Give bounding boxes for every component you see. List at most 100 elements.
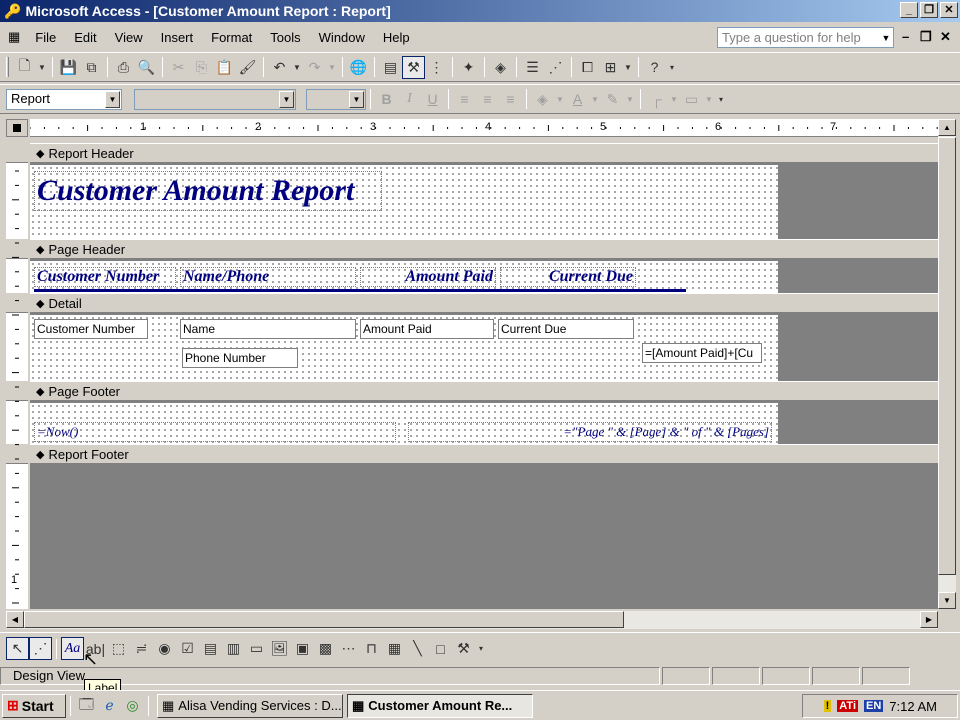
- new-object-icon[interactable]: ⊞: [599, 56, 622, 79]
- command-button-tool-icon[interactable]: ▭: [245, 637, 268, 660]
- customer-number-textbox[interactable]: Customer Number: [34, 319, 148, 339]
- page-break-tool-icon[interactable]: ⋯: [337, 637, 360, 660]
- menu-format[interactable]: Format: [202, 30, 261, 45]
- help-icon[interactable]: ?: [643, 56, 666, 79]
- format-painter-icon[interactable]: 🖌: [236, 56, 259, 79]
- formatting-options-icon[interactable]: ▾: [715, 88, 727, 111]
- ask-dropdown-icon[interactable]: ▼: [879, 28, 893, 47]
- taskbar-database-window[interactable]: ▦ Alisa Vending Services : D...: [157, 693, 343, 718]
- image-tool-icon[interactable]: 🖼: [268, 637, 291, 660]
- quick-launch-app-icon[interactable]: ◎: [121, 694, 144, 717]
- menu-view[interactable]: View: [106, 30, 152, 45]
- internet-explorer-icon[interactable]: ℯ: [98, 694, 121, 717]
- undo-icon[interactable]: ↶: [268, 56, 291, 79]
- vertical-scrollbar[interactable]: ▲ ▼: [938, 119, 956, 609]
- font-color-dropdown-icon[interactable]: ▼: [589, 88, 601, 111]
- name-phone-header-label[interactable]: Name/Phone: [180, 267, 356, 287]
- label-tool-icon[interactable]: Aa: [61, 637, 84, 660]
- page-number-expression-textbox[interactable]: ="Page " & [Page] & " of " & [Pages]: [408, 422, 772, 442]
- line-color-dropdown-icon[interactable]: ▼: [624, 88, 636, 111]
- align-right-icon[interactable]: ≡: [499, 88, 522, 111]
- tab-control-tool-icon[interactable]: ⊓: [360, 637, 383, 660]
- toolbox-options-icon[interactable]: ▾: [475, 637, 487, 660]
- border-width-dropdown-icon[interactable]: ▼: [668, 88, 680, 111]
- size-combo[interactable]: ▼: [306, 88, 366, 110]
- paste-icon[interactable]: 📋: [213, 56, 236, 79]
- object-combo[interactable]: Report ▼: [6, 88, 122, 110]
- report-header-bar[interactable]: ◆ Report Header: [30, 143, 938, 163]
- print-preview-icon[interactable]: 🔍: [135, 56, 158, 79]
- fill-color-dropdown-icon[interactable]: ▼: [554, 88, 566, 111]
- view-icon[interactable]: 🗋: [13, 56, 36, 79]
- scroll-thumb[interactable]: [938, 137, 956, 575]
- view-dropdown-icon[interactable]: ▼: [36, 56, 48, 79]
- select-report-button[interactable]: [6, 119, 28, 137]
- scroll-thumb[interactable]: [24, 611, 624, 628]
- horizontal-scrollbar[interactable]: ◀ ▶: [6, 611, 938, 629]
- menu-tools[interactable]: Tools: [261, 30, 309, 45]
- menu-edit[interactable]: Edit: [65, 30, 105, 45]
- italic-icon[interactable]: I: [398, 88, 421, 111]
- copy-icon[interactable]: ⎘: [190, 56, 213, 79]
- menu-insert[interactable]: Insert: [152, 30, 203, 45]
- amount-paid-header-label[interactable]: Amount Paid: [360, 267, 496, 287]
- border-width-icon[interactable]: ┌: [645, 88, 668, 111]
- toolbox-icon[interactable]: ⚒: [402, 55, 425, 79]
- date-expression-textbox[interactable]: =Now(): [34, 422, 396, 442]
- scroll-right-icon[interactable]: ▶: [920, 611, 938, 628]
- phone-number-textbox[interactable]: Phone Number: [182, 348, 298, 368]
- detail-bar[interactable]: ◆ Detail: [30, 293, 938, 313]
- select-objects-icon[interactable]: ↖: [6, 637, 29, 660]
- line-tool-icon[interactable]: ╲: [406, 637, 429, 660]
- special-effect-icon[interactable]: ▭: [680, 88, 703, 111]
- autoformat-icon[interactable]: ✦: [457, 56, 480, 79]
- start-button[interactable]: ⊞ Start: [2, 693, 66, 718]
- align-center-icon[interactable]: ≡: [476, 88, 499, 111]
- more-controls-icon[interactable]: ⚒: [452, 637, 475, 660]
- unbound-object-tool-icon[interactable]: ▣: [291, 637, 314, 660]
- toolbar-options-icon[interactable]: ▾: [666, 56, 678, 79]
- restore-button[interactable]: ❐: [920, 2, 938, 18]
- toggle-button-tool-icon[interactable]: ≓: [130, 637, 153, 660]
- hyperlink-icon[interactable]: 🌐: [347, 56, 370, 79]
- save-icon[interactable]: 💾: [57, 56, 80, 79]
- page-header-section[interactable]: Customer Number Name/Phone Amount Paid C…: [30, 261, 938, 293]
- properties-icon[interactable]: ☰: [521, 56, 544, 79]
- amount-paid-textbox[interactable]: Amount Paid: [360, 319, 494, 339]
- build-icon[interactable]: ⋰: [544, 56, 567, 79]
- report-design-canvas[interactable]: ◆ Report Header Customer Amount Report ◆…: [30, 143, 938, 609]
- font-combo-dropdown-icon[interactable]: ▼: [279, 90, 294, 108]
- undo-dropdown-icon[interactable]: ▼: [291, 56, 303, 79]
- list-box-tool-icon[interactable]: ▥: [222, 637, 245, 660]
- taskbar-report-window[interactable]: ▦ Customer Amount Re...: [347, 693, 533, 718]
- subform-tool-icon[interactable]: ▦: [383, 637, 406, 660]
- header-underline[interactable]: [34, 289, 686, 292]
- name-textbox[interactable]: Name: [180, 319, 356, 339]
- option-group-tool-icon[interactable]: ⬚: [107, 637, 130, 660]
- doc-close-icon[interactable]: ✕: [940, 29, 951, 45]
- scroll-up-icon[interactable]: ▲: [938, 119, 956, 136]
- size-combo-dropdown-icon[interactable]: ▼: [349, 90, 364, 108]
- doc-minimize-icon[interactable]: –: [902, 29, 909, 44]
- check-box-tool-icon[interactable]: ☑: [176, 637, 199, 660]
- toolbar-grip[interactable]: [6, 57, 9, 77]
- detail-section[interactable]: Customer Number Name Amount Paid Current…: [30, 315, 938, 381]
- field-list-icon[interactable]: ▤: [379, 56, 402, 79]
- show-desktop-icon[interactable]: 🗔: [75, 694, 98, 717]
- align-left-icon[interactable]: ≡: [453, 88, 476, 111]
- rectangle-tool-icon[interactable]: □: [429, 637, 452, 660]
- scroll-down-icon[interactable]: ▼: [938, 592, 956, 609]
- scroll-left-icon[interactable]: ◀: [6, 611, 24, 628]
- font-color-icon[interactable]: A: [566, 88, 589, 111]
- code-icon[interactable]: ◈: [489, 56, 512, 79]
- menu-help[interactable]: Help: [374, 30, 419, 45]
- ask-question-input[interactable]: Type a question for help ▼: [717, 27, 894, 48]
- vertical-ruler[interactable]: 1: [6, 143, 28, 609]
- language-indicator[interactable]: EN: [864, 700, 884, 712]
- minimize-button[interactable]: _: [900, 2, 918, 18]
- bound-object-tool-icon[interactable]: ▩: [314, 637, 337, 660]
- current-due-textbox[interactable]: Current Due: [498, 319, 634, 339]
- redo-icon[interactable]: ↷: [303, 56, 326, 79]
- file-search-icon[interactable]: ⧉: [80, 56, 103, 79]
- cut-icon[interactable]: ✂: [167, 56, 190, 79]
